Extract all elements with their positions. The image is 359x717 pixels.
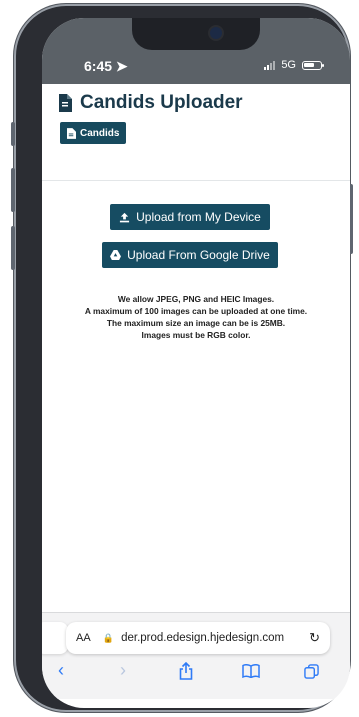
address-bar[interactable]: AA 🔒 der.prod.edesign.hjedesign.com ↻ — [66, 622, 330, 654]
upload-from-device-label: Upload from My Device — [136, 210, 261, 224]
upload-icon — [120, 212, 130, 222]
status-time: 6:45 ➤ — [84, 58, 128, 74]
upload-from-drive-label: Upload From Google Drive — [127, 248, 270, 262]
volume-down-button — [11, 226, 15, 270]
status-indicators: 5G — [264, 59, 324, 71]
forward-icon[interactable]: › — [120, 658, 126, 682]
notch — [132, 18, 260, 50]
upload-from-device-button[interactable]: Upload from My Device — [110, 204, 270, 230]
requirement-line: We allow JPEG, PNG and HEIC Images. — [117, 294, 275, 304]
tabs-icon[interactable] — [304, 658, 319, 682]
lock-icon: 🔒 — [102, 632, 114, 643]
page-title-row: Candids Uploader — [58, 92, 243, 114]
battery-icon — [302, 60, 324, 70]
previous-tab-card[interactable] — [42, 622, 68, 654]
share-icon[interactable] — [179, 658, 193, 682]
tab-candids-label: Candids — [80, 127, 120, 139]
back-icon[interactable]: ‹ — [58, 658, 64, 682]
signal-icon — [264, 60, 276, 70]
reload-icon[interactable]: ↻ — [309, 630, 320, 646]
location-arrow-icon: ➤ — [115, 58, 128, 74]
requirement-line: A maximum of 100 images can be uploaded … — [84, 306, 308, 316]
silent-switch — [11, 122, 15, 146]
bookmarks-icon[interactable] — [242, 658, 260, 682]
document-icon — [59, 94, 72, 112]
browser-nav: ‹ › — [42, 658, 350, 682]
tab-candids[interactable]: Candids — [60, 122, 127, 144]
document-icon — [67, 127, 76, 139]
requirement-line: The maximum size an image can be is 25MB… — [106, 318, 286, 328]
page-title: Candids Uploader — [80, 92, 243, 113]
url-text: der.prod.edesign.hjedesign.com — [117, 632, 285, 644]
network-label: 5G — [281, 59, 296, 71]
volume-up-button — [11, 168, 15, 212]
google-drive-icon — [110, 250, 122, 260]
upload-from-drive-button[interactable]: Upload From Google Drive — [102, 242, 278, 268]
requirement-line: Images must be RGB color. — [141, 330, 251, 340]
upload-requirements: We allow JPEG, PNG and HEIC Images. A ma… — [42, 293, 350, 341]
text-size-button[interactable]: AA — [76, 632, 91, 644]
camera — [210, 27, 222, 39]
phone-screen: 6:45 ➤ 5G Candids Uploader Candids Uploa… — [42, 18, 350, 708]
